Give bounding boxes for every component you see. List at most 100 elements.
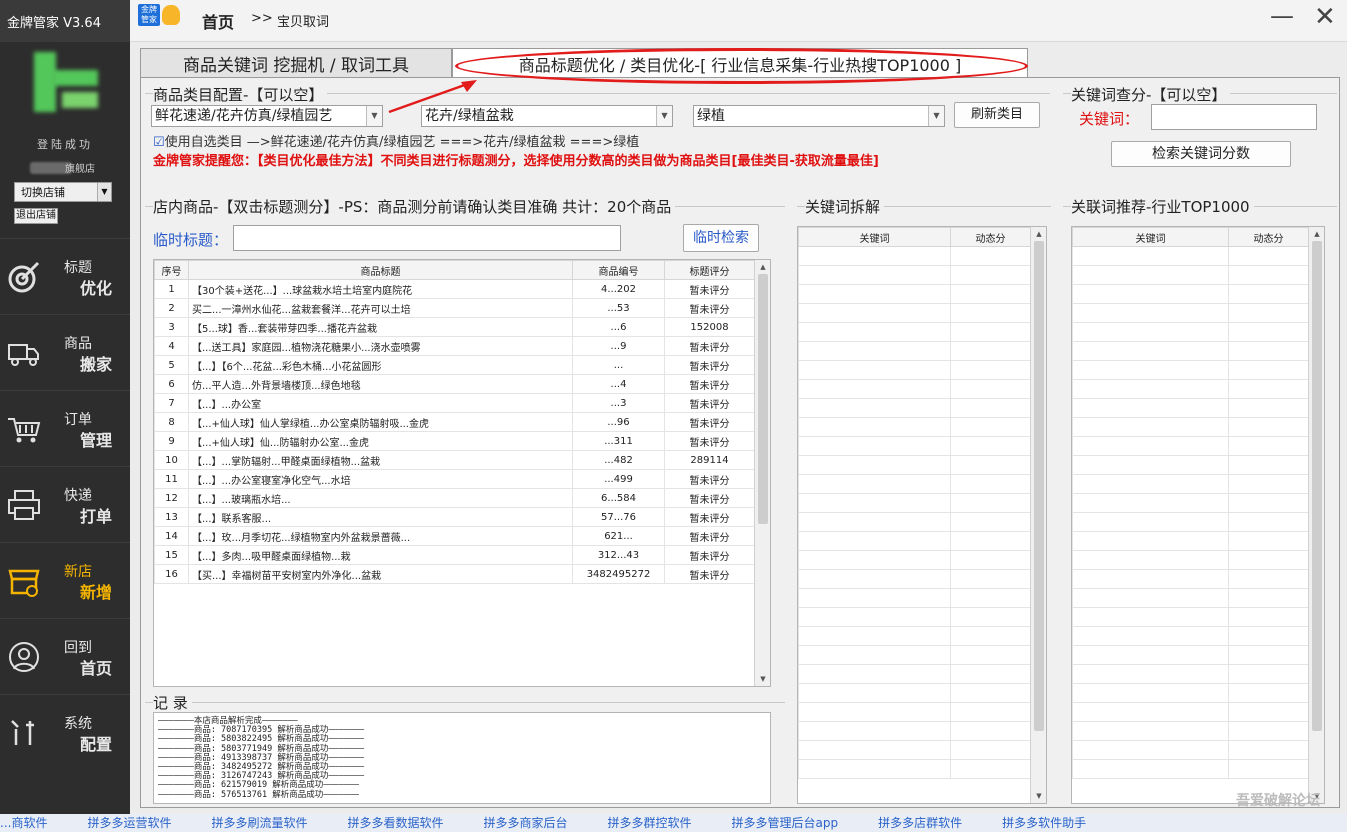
temp-search-button[interactable]: 临时检索 bbox=[683, 224, 759, 252]
cell-title: 仿...平人造...外背景墙楼顶...绿色地毯 bbox=[188, 374, 573, 394]
table-row[interactable]: 10 【...】...掌防辐射...甲醛桌面绿植物...盆栽 ...482 28911… bbox=[154, 450, 755, 470]
table-row bbox=[798, 379, 1031, 399]
table-row[interactable]: 13 【...】联系客服... 57...76 暂未评分 bbox=[154, 507, 755, 527]
close-button[interactable]: ✕ bbox=[1314, 2, 1336, 32]
bottom-link[interactable]: ...商软件 bbox=[0, 816, 47, 830]
column-header-keyword[interactable]: 关键词 bbox=[798, 227, 951, 247]
table-row[interactable]: 5 【...】【6个...花盆...彩色木桶...小花盆圆形... 暂未评分 bbox=[154, 355, 755, 375]
nav-label-1: 订单 bbox=[64, 412, 92, 428]
table-row bbox=[1072, 284, 1309, 304]
recommend-scrollbar[interactable]: ▲ ▼ bbox=[1308, 227, 1324, 803]
temp-title-input[interactable] bbox=[233, 225, 621, 251]
bottom-link[interactable]: 拼多多软件助手 bbox=[1002, 816, 1086, 830]
recommend-group-title: 关联词推荐-行业TOP1000 bbox=[1071, 196, 1254, 217]
table-row[interactable]: 7 【...】...办公室 ...3 暂未评分 bbox=[154, 393, 755, 413]
table-row bbox=[798, 512, 1031, 532]
scroll-thumb[interactable] bbox=[758, 274, 768, 524]
chevron-down-icon[interactable]: ▼ bbox=[928, 106, 944, 126]
chevron-down-icon[interactable]: ▼ bbox=[97, 183, 111, 201]
table-row[interactable]: 8 【...+仙人球】仙人掌绿植...办公室桌防辐射吸...金虎 ...96 暂未评分 bbox=[154, 412, 755, 432]
nav-back-home[interactable]: 回到 首页 bbox=[0, 618, 130, 694]
chevron-down-icon[interactable]: ▼ bbox=[366, 106, 382, 126]
column-header-index[interactable]: 序号 bbox=[154, 260, 189, 280]
scroll-up-icon[interactable]: ▲ bbox=[1031, 227, 1046, 241]
table-row[interactable]: 14 【...】玫...月季切花...绿植物室内外盆栽景蔷薇... 621... 暂未… bbox=[154, 526, 755, 546]
log-box[interactable]: ———————本店商品解析完成——————— ———————商品: 7087170… bbox=[153, 712, 771, 804]
tab-keyword-miner[interactable]: 商品关键词 挖掘机 / 取词工具 bbox=[140, 48, 452, 78]
column-header-keyword[interactable]: 关键词 bbox=[1072, 227, 1229, 247]
table-row bbox=[1072, 398, 1309, 418]
table-row bbox=[1072, 588, 1309, 608]
cell-id: 621... bbox=[572, 526, 665, 546]
minimize-button[interactable]: — bbox=[1270, 2, 1294, 30]
cell-id: 57...76 bbox=[572, 507, 665, 527]
scroll-up-icon[interactable]: ▲ bbox=[1309, 227, 1324, 241]
nav-goods-move[interactable]: 商品 搬家 bbox=[0, 314, 130, 390]
breadcrumb-separator: >> bbox=[251, 11, 273, 26]
table-row[interactable]: 2 买二...一漳州水仙花...盆栽套餐洋...花卉可以土培 ...53 暂未评分 bbox=[154, 298, 755, 318]
cell-title: 【...】...掌防辐射...甲醛桌面绿植物...盆栽 bbox=[188, 450, 573, 470]
nav-system-config[interactable]: 系统 配置 bbox=[0, 694, 130, 770]
keyword-input[interactable] bbox=[1151, 104, 1317, 130]
scroll-down-icon[interactable]: ▼ bbox=[1031, 789, 1046, 803]
table-row[interactable]: 16 【买...】幸福树苗平安树室内外净化...盆栽 3482495272 暂未评分 bbox=[154, 564, 755, 584]
bottom-link[interactable]: 拼多多看数据软件 bbox=[347, 816, 443, 830]
scroll-down-icon[interactable]: ▼ bbox=[755, 672, 770, 686]
search-keyword-score-button[interactable]: 检索关键词分数 bbox=[1111, 141, 1291, 167]
table-row bbox=[1072, 645, 1309, 665]
table-row[interactable]: 12 【...】...玻璃瓶水培... 6...584 暂未评分 bbox=[154, 488, 755, 508]
scroll-thumb[interactable] bbox=[1034, 241, 1044, 731]
goods-table-container: 序号 商品标题 商品编号 标题评分 1 【30个装+送花...】...球盆栽水培土… bbox=[153, 259, 771, 687]
column-header-score[interactable]: 标题评分 bbox=[664, 260, 755, 280]
column-header-id[interactable]: 商品编号 bbox=[572, 260, 665, 280]
table-row[interactable]: 3 【5...球】香...套装带芽四季...播花卉盆栽 ...6 152008 bbox=[154, 317, 755, 337]
category-level1-value: 鲜花速递/花卉仿真/绿植园艺 bbox=[155, 108, 333, 124]
scroll-up-icon[interactable]: ▲ bbox=[755, 260, 770, 274]
chevron-down-icon[interactable]: ▼ bbox=[656, 106, 672, 126]
cell-index: 12 bbox=[154, 488, 189, 508]
nav-title-optimize[interactable]: 标题 优化 bbox=[0, 238, 130, 314]
checkbox-checked-icon[interactable]: ☑ bbox=[153, 135, 165, 150]
table-row[interactable]: 1 【30个装+送花...】...球盆栽水培土培室内庭院花 4...202 暂未评分 bbox=[154, 279, 755, 299]
nav-express-print[interactable]: 快递 打单 bbox=[0, 466, 130, 542]
table-row bbox=[798, 740, 1031, 760]
table-row bbox=[1072, 474, 1309, 494]
column-header-title[interactable]: 商品标题 bbox=[188, 260, 573, 280]
table-row[interactable]: 4 【...送工具】家庭园...植物浇花糖果小...浇水壶喷雾 ...9 暂未评分 bbox=[154, 336, 755, 356]
bottom-link[interactable]: 拼多多群控软件 bbox=[608, 816, 692, 830]
table-row[interactable]: 9 【...+仙人球】仙...防辐射办公室...金虎 ...311 暂未评分 bbox=[154, 431, 755, 451]
cell-score: 暂未评分 bbox=[664, 336, 755, 356]
logout-button[interactable]: 退出店铺 bbox=[14, 208, 58, 224]
split-scrollbar[interactable]: ▲ ▼ bbox=[1030, 227, 1046, 803]
table-row bbox=[798, 664, 1031, 684]
use-custom-category-checkbox[interactable]: ☑使用自选类目 —>鲜花速递/花卉仿真/绿植园艺 ===>花卉/绿植盆栽 ===… bbox=[153, 131, 639, 150]
cell-score: 暂未评分 bbox=[664, 431, 755, 451]
category-tip: 金牌管家提醒您：【类目优化最佳方法】不同类目进行标题测分，选择使用分数高的类目做… bbox=[153, 154, 879, 169]
bottom-link[interactable]: 拼多多运营软件 bbox=[87, 816, 171, 830]
switch-shop-select[interactable]: 切换店铺 ▼ bbox=[14, 182, 112, 202]
bottom-link[interactable]: 拼多多商家后台 bbox=[484, 816, 568, 830]
table-row bbox=[1072, 512, 1309, 532]
category-level3-select[interactable]: 绿植 ▼ bbox=[693, 105, 945, 127]
scroll-thumb[interactable] bbox=[1312, 241, 1322, 731]
table-row[interactable]: 11 【...】...办公室寝室净化空气...水培 ...499 暂未评分 bbox=[154, 469, 755, 489]
cell-score: 暂未评分 bbox=[664, 564, 755, 584]
table-row[interactable]: 15 【...】多肉...吸甲醛桌面绿植物...栽 312...43 暂未评分 bbox=[154, 545, 755, 565]
table-row[interactable]: 6 仿...平人造...外背景墙楼顶...绿色地毯 ...4 暂未评分 bbox=[154, 374, 755, 394]
breadcrumb-home[interactable]: 首页 bbox=[202, 9, 234, 33]
table-row bbox=[1072, 740, 1309, 760]
category-level1-select[interactable]: 鲜花速递/花卉仿真/绿植园艺 ▼ bbox=[151, 105, 383, 127]
bottom-link[interactable]: 拼多多刷流量软件 bbox=[211, 816, 307, 830]
cell-index: 2 bbox=[154, 298, 189, 318]
nav-order-manage[interactable]: 订单 管理 bbox=[0, 390, 130, 466]
bottom-link[interactable]: 拼多多管理后台app bbox=[732, 816, 839, 830]
refresh-category-button[interactable]: 刷新类目 bbox=[954, 102, 1040, 128]
column-header-dynamic-score[interactable]: 动态分 bbox=[950, 227, 1031, 247]
nav-new-store[interactable]: 新店 新增 bbox=[0, 542, 130, 618]
table-row bbox=[798, 341, 1031, 361]
group-border bbox=[145, 702, 785, 703]
bottom-link[interactable]: 拼多多店群软件 bbox=[878, 816, 962, 830]
column-header-dynamic-score[interactable]: 动态分 bbox=[1228, 227, 1309, 247]
goods-table-scrollbar[interactable]: ▲ ▼ bbox=[754, 260, 770, 686]
keyword-label: 关键词： bbox=[1079, 110, 1140, 128]
